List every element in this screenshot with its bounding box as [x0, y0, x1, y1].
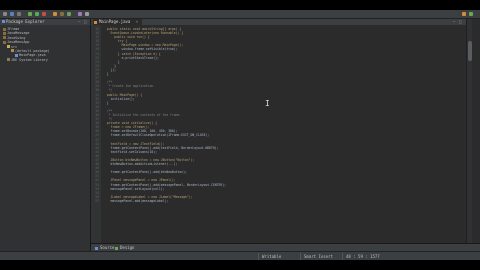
- maximize-icon[interactable]: □: [459, 20, 461, 24]
- tree-item-label: JavaMenuApp: [7, 40, 30, 45]
- right-trim: [472, 19, 480, 243]
- main-toolbar: [0, 10, 480, 19]
- tree-item-label: JRE System Library: [11, 57, 48, 62]
- design-icon: [115, 246, 118, 250]
- package-explorer-panel: Package Explorer – □ JFrame JavaMessage …: [0, 19, 91, 251]
- tree-item-label: JFrame: [7, 27, 20, 31]
- new-java-project-icon[interactable]: [53, 12, 57, 16]
- java-file-icon: [94, 20, 97, 24]
- tab-design-label: Design: [120, 245, 135, 250]
- project-tree: JFrame JavaMessage JavaSwing JavaMenuApp…: [0, 27, 90, 62]
- code-editor[interactable]: MainPage.java × – □ 15 public static voi…: [91, 19, 466, 243]
- search-icon[interactable]: [85, 12, 89, 16]
- line-number: 57: [95, 198, 99, 203]
- package-explorer-icon: [2, 20, 5, 23]
- minimize-icon[interactable]: –: [453, 20, 455, 24]
- tree-item-label: (default package): [15, 48, 50, 53]
- perspective-debug-icon[interactable]: [469, 12, 473, 16]
- project-icon: [3, 36, 6, 40]
- tree-item-label: JavaSwing: [7, 35, 26, 40]
- source-icon: [95, 246, 98, 250]
- project-icon: [3, 31, 6, 35]
- package-explorer-tab[interactable]: Package Explorer – □: [0, 19, 90, 25]
- tree-item-label: MainPage.java: [19, 53, 46, 58]
- library-icon: [7, 58, 10, 62]
- status-cursor-position: 48 : 59 : 1577: [342, 253, 380, 260]
- tree-item-label: src: [11, 44, 18, 49]
- minimize-icon[interactable]: –: [78, 20, 82, 24]
- editor-tab-label: MainPage.java: [99, 19, 131, 24]
- source-folder-icon: [7, 45, 10, 49]
- new-package-icon[interactable]: [60, 12, 64, 16]
- package-icon: [11, 49, 14, 53]
- perspective-java-icon[interactable]: [462, 12, 466, 16]
- save-icon[interactable]: [10, 12, 14, 16]
- new-icon[interactable]: [3, 12, 7, 16]
- external-tools-icon[interactable]: [42, 12, 46, 16]
- run-icon[interactable]: [35, 12, 39, 16]
- open-type-icon[interactable]: [78, 12, 82, 16]
- status-insert-mode: Smart Insert: [300, 253, 333, 260]
- tab-source-label: Source: [100, 245, 115, 250]
- code-text: messagePanel.add(messageLabel);: [103, 198, 169, 203]
- project-icon: [3, 40, 6, 44]
- debug-icon[interactable]: [28, 12, 32, 16]
- code-line[interactable]: 57 messagePanel.add(messageLabel);: [91, 199, 456, 203]
- editor-tab-bar: MainPage.java × – □: [91, 19, 466, 25]
- package-explorer-title: Package Explorer: [6, 19, 45, 24]
- code-area[interactable]: 15 public static void main(String[] args…: [91, 27, 456, 203]
- status-writable: Writable: [258, 253, 281, 260]
- maximize-icon[interactable]: □: [84, 20, 88, 24]
- status-bar: Writable Smart Insert 48 : 59 : 1577: [0, 251, 480, 260]
- tree-item[interactable]: JRE System Library: [0, 58, 90, 62]
- new-class-icon[interactable]: [67, 12, 71, 16]
- tree-item-label: JavaMessage: [7, 31, 30, 36]
- print-icon[interactable]: [17, 12, 21, 16]
- project-icon: [3, 27, 6, 31]
- eclipse-window: Package Explorer – □ JFrame JavaMessage …: [0, 10, 480, 260]
- close-icon[interactable]: ×: [136, 19, 138, 24]
- java-file-icon: [15, 53, 18, 57]
- mouse-cursor-icon: I: [265, 99, 270, 108]
